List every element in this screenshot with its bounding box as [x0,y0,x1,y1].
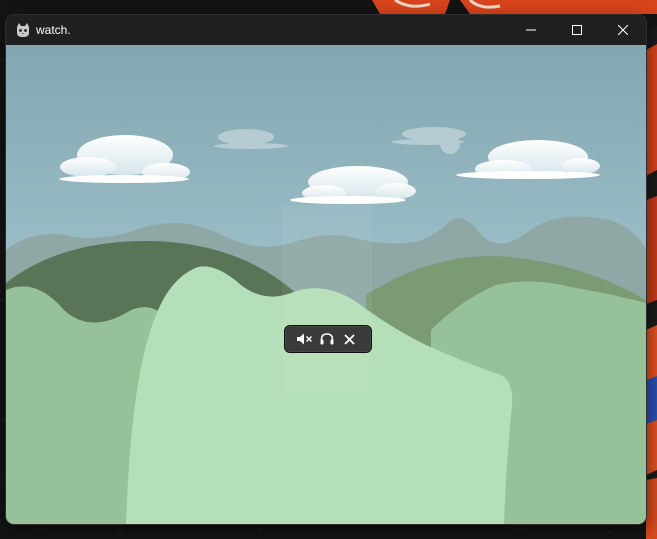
minimize-icon [526,29,536,31]
speaker-muted-icon [297,333,312,345]
audio-output-button[interactable] [317,330,337,348]
maximize-icon [572,25,582,35]
cat-icon [17,23,29,37]
close-icon [343,333,355,345]
player-controls [284,325,372,353]
close-button[interactable] [600,15,646,45]
headphones-icon [320,333,334,345]
landscape-scene [6,45,646,524]
overlay-panel [282,205,372,395]
minimize-button[interactable] [508,15,554,45]
window-title: watch. [36,23,71,37]
video-area[interactable] [6,45,646,524]
close-icon [618,25,628,35]
mute-button[interactable] [295,330,315,348]
maximize-button[interactable] [554,15,600,45]
app-window: watch. [6,15,646,524]
desktop-background: watch. [0,0,657,539]
close-player-button[interactable] [339,330,359,348]
title-bar[interactable]: watch. [6,15,646,45]
